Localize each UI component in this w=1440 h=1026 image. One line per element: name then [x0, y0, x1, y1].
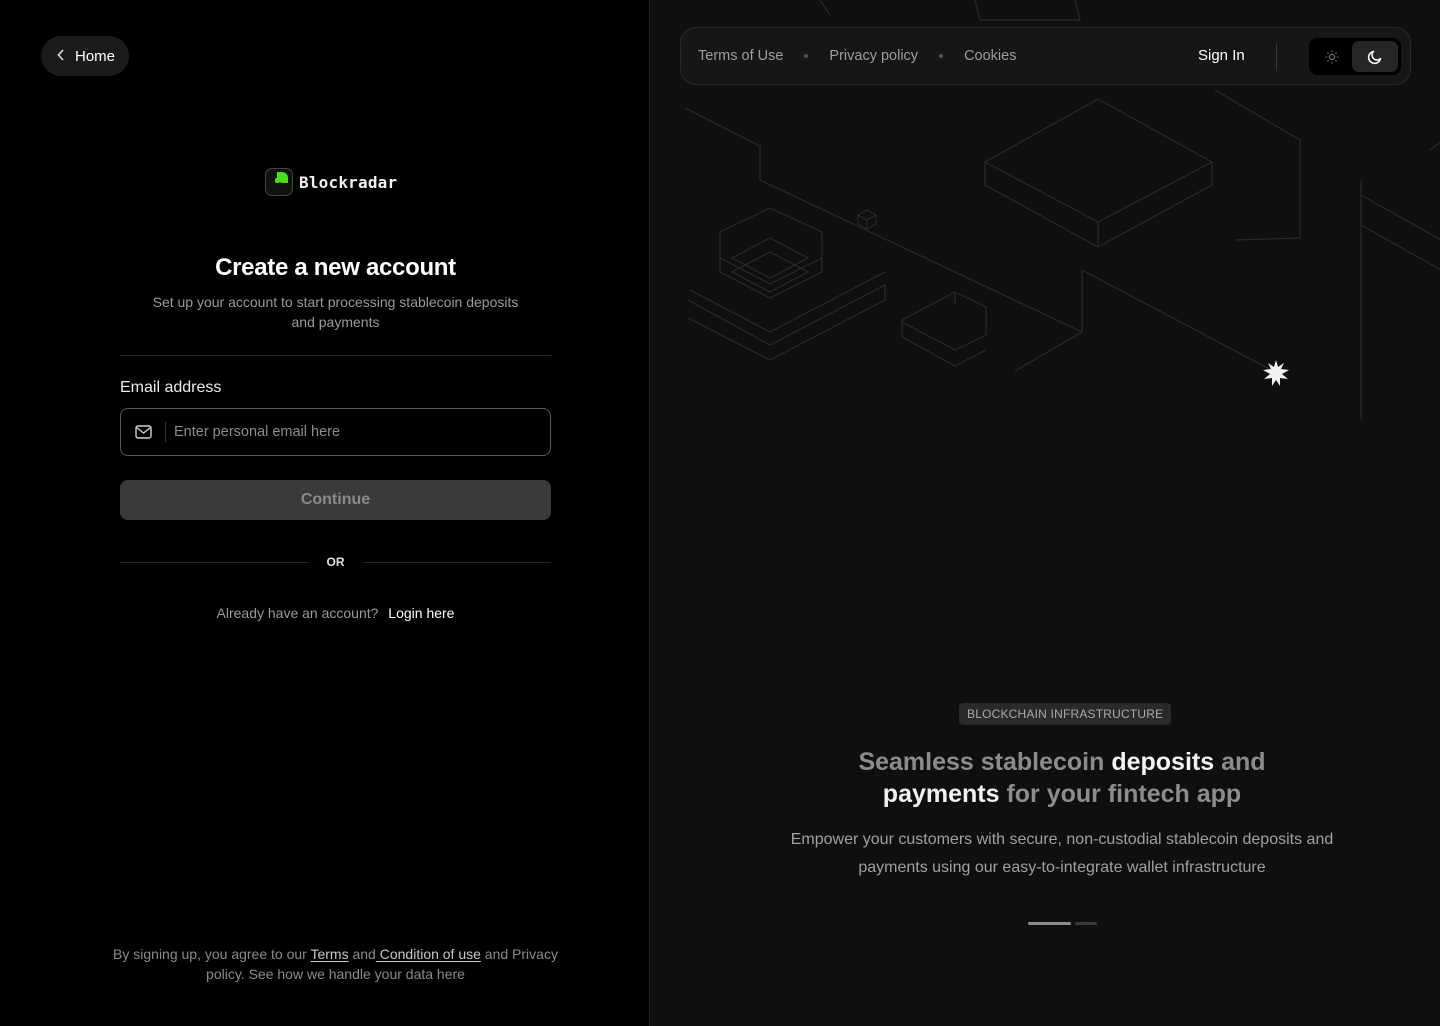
- headline-highlight: payments: [882, 780, 1000, 808]
- page-subtitle: Set up your account to start processing …: [152, 294, 519, 330]
- nav-terms-link[interactable]: Terms of Use: [698, 48, 783, 64]
- nav-privacy-link[interactable]: Privacy policy: [829, 48, 918, 64]
- condition-link[interactable]: Condition of use: [376, 946, 481, 962]
- login-prompt: Already have an account?: [216, 605, 379, 621]
- marketing-panel: Terms of Use Privacy policy Cookies Sign…: [649, 0, 1440, 1026]
- signup-panel: Home Blockradar Create a new account Set…: [0, 0, 649, 1026]
- nav-cookies-link[interactable]: Cookies: [964, 48, 1016, 64]
- brand-name: Blockradar: [299, 172, 398, 192]
- hero-description: Empower your customers with secure, non-…: [790, 831, 1334, 876]
- chevron-left-icon: [57, 48, 65, 64]
- terms-link[interactable]: Terms: [310, 946, 348, 962]
- headline-part: Seamless stablecoin: [858, 748, 1112, 776]
- category-badge: BLOCKCHAIN INFRASTRUCTURE: [959, 703, 1172, 725]
- home-button[interactable]: Home: [41, 36, 129, 76]
- carousel-pager: [1028, 922, 1097, 925]
- nav-dot: [939, 54, 944, 58]
- email-field[interactable]: [120, 408, 551, 456]
- mail-icon: [121, 425, 165, 439]
- field-separator: [165, 422, 166, 442]
- headline-highlight: deposits: [1111, 748, 1215, 776]
- divider: [120, 355, 551, 356]
- headline-part: for your fintech app: [999, 780, 1242, 808]
- headline-part: and: [1214, 748, 1266, 776]
- nav-dot: [804, 54, 809, 58]
- sign-in-link[interactable]: Sign In: [1198, 47, 1245, 64]
- home-label: Home: [75, 47, 116, 65]
- or-label: OR: [326, 555, 345, 569]
- brand-logo-icon: [265, 168, 293, 196]
- brand-logo: Blockradar: [265, 168, 397, 196]
- login-link[interactable]: Login here: [388, 605, 454, 621]
- or-divider: OR: [120, 555, 551, 569]
- sparkle-icon: [1263, 360, 1289, 386]
- moon-icon[interactable]: [1352, 41, 1398, 72]
- legal-prefix: By signing up, you agree to our: [113, 946, 311, 962]
- top-nav-bar: Terms of Use Privacy policy Cookies Sign…: [680, 27, 1411, 85]
- carousel-dot[interactable]: [1075, 922, 1097, 925]
- email-label: Email address: [120, 379, 222, 396]
- legal-notice: By signing up, you agree to our Terms an…: [110, 944, 561, 984]
- nav-separator: [1276, 43, 1277, 71]
- carousel-dot-active[interactable]: [1028, 922, 1071, 925]
- continue-button[interactable]: Continue: [120, 480, 551, 520]
- theme-toggle: [1309, 38, 1401, 75]
- sun-icon[interactable]: [1317, 42, 1347, 71]
- email-input[interactable]: [174, 409, 550, 455]
- hero-headline: Seamless stablecoin deposits and payment…: [750, 746, 1374, 810]
- login-row: Already have an account? Login here: [120, 605, 551, 621]
- page-title: Create a new account: [215, 254, 456, 281]
- legal-and: and: [348, 946, 376, 962]
